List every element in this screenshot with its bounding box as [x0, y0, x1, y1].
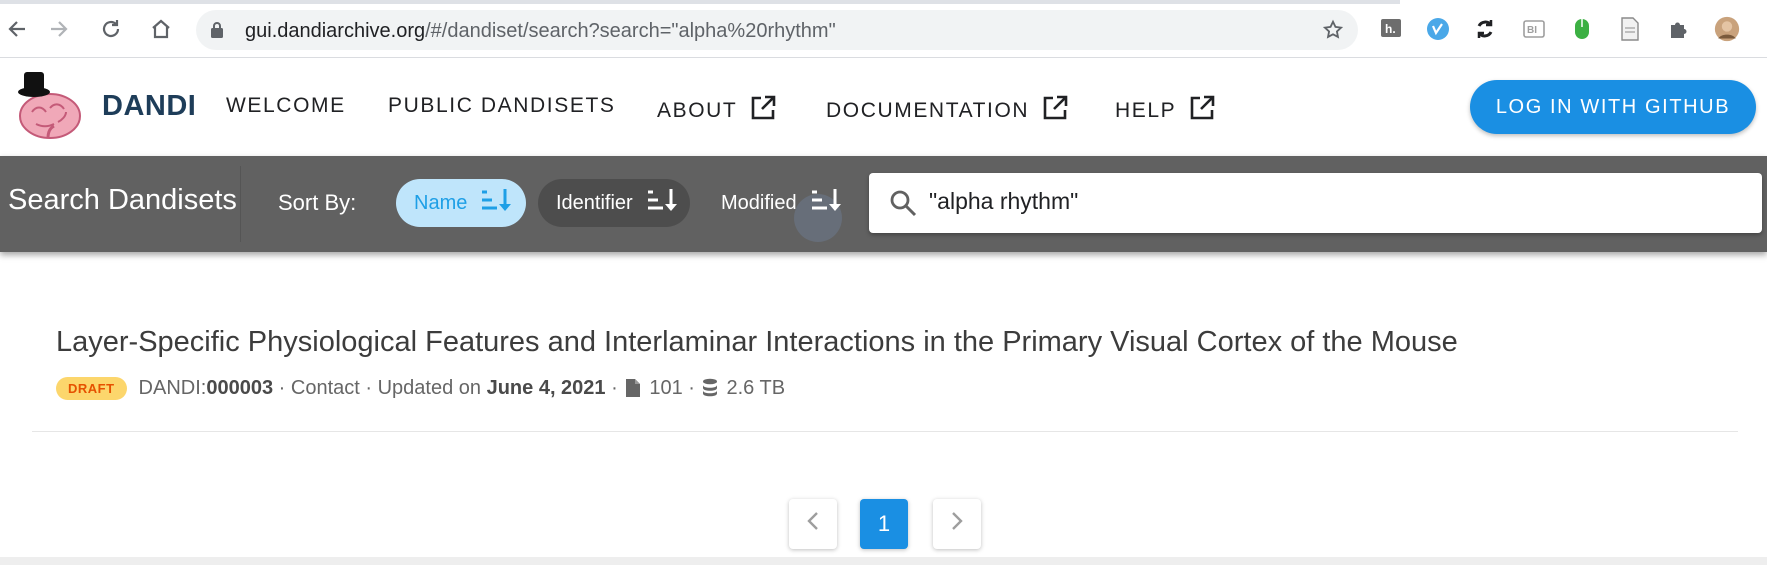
dandiset-id: 000003 [206, 376, 274, 399]
dandi-logo-icon[interactable] [10, 68, 86, 144]
file-count: 101 [649, 376, 683, 399]
meta-separator: · [682, 376, 701, 399]
nav-public-dandisets-label: PUBLIC DANDISETS [388, 94, 616, 117]
external-link-icon [1041, 94, 1069, 128]
address-url: gui.dandiarchive.org/#/dandiset/search?s… [245, 20, 836, 43]
meta-separator: · [605, 376, 624, 399]
dandiset-id-prefix: DANDI: [138, 376, 207, 399]
svg-text:h.: h. [1385, 22, 1396, 36]
result-divider [32, 431, 1738, 432]
chevron-left-icon [806, 511, 820, 537]
lock-icon [210, 21, 224, 44]
url-path: /#/dandiset/search?search="alpha%20rhyth… [425, 20, 836, 42]
bookmark-star-icon[interactable] [1322, 19, 1344, 46]
meta-separator: · [273, 376, 291, 399]
nav-help-label: HELP [1115, 99, 1177, 122]
bibtex-extension-icon[interactable]: BI [1521, 16, 1547, 42]
nav-help[interactable]: HELP [1115, 94, 1216, 128]
search-icon [889, 189, 917, 222]
app-header: DANDI WELCOME PUBLIC DANDISETS ABOUT DOC… [0, 58, 1767, 156]
vimeo-extension-icon[interactable] [1425, 16, 1451, 42]
dandiset-title-link[interactable]: Layer-Specific Physiological Features an… [56, 326, 1458, 359]
database-icon [702, 378, 718, 398]
dandiset-contact: Contact [290, 376, 360, 399]
draft-status-badge: DRAFT [56, 376, 127, 400]
hypothesis-extension-icon[interactable]: h. [1378, 16, 1404, 42]
search-page-title: Search Dandisets [8, 184, 237, 216]
login-with-github-button[interactable]: LOG IN WITH GITHUB [1470, 80, 1756, 134]
sort-descending-icon [647, 187, 677, 219]
sort-modified-label: Modified [721, 191, 797, 214]
page-button-current[interactable]: 1 [860, 499, 908, 549]
file-icon [625, 378, 641, 398]
document-extension-icon[interactable] [1617, 16, 1643, 42]
sync-extension-icon[interactable] [1472, 16, 1498, 42]
dandiset-meta: DRAFT DANDI: 000003 · Contact · Updated o… [56, 374, 785, 402]
sort-by-label: Sort By: [278, 190, 357, 215]
external-link-icon [1188, 94, 1216, 128]
profile-avatar[interactable] [1714, 16, 1740, 42]
puzzle-icon[interactable] [1666, 16, 1692, 42]
mouse-extension-icon[interactable] [1569, 16, 1595, 42]
sort-descending-icon [811, 187, 841, 219]
tab-strip-edge [0, 0, 1400, 4]
external-link-icon [749, 94, 777, 128]
chevron-right-icon [950, 511, 964, 537]
nav-about-label: ABOUT [657, 99, 738, 122]
address-bar[interactable]: gui.dandiarchive.org/#/dandiset/search?s… [196, 10, 1358, 50]
svg-text:BI: BI [1527, 25, 1537, 36]
forward-icon[interactable] [44, 14, 74, 44]
next-page-button[interactable] [933, 499, 981, 549]
browser-chrome: gui.dandiarchive.org/#/dandiset/search?s… [0, 0, 1767, 58]
sort-by-name-chip[interactable]: Name [396, 179, 526, 227]
updated-prefix: Updated on [377, 376, 482, 399]
nav-welcome-label: WELCOME [226, 94, 346, 117]
sort-name-label: Name [414, 191, 468, 214]
dandiset-size: 2.6 TB [726, 376, 786, 399]
nav-about[interactable]: ABOUT [657, 94, 777, 128]
nav-public-dandisets[interactable]: PUBLIC DANDISETS [388, 94, 615, 118]
sort-by-identifier-chip[interactable]: Identifier [538, 179, 690, 227]
url-host: gui.dandiarchive.org [245, 20, 426, 42]
sort-identifier-label: Identifier [556, 191, 633, 214]
updated-date: June 4, 2021 [486, 376, 606, 399]
nav-documentation[interactable]: DOCUMENTATION [826, 94, 1069, 128]
meta-separator: · [359, 376, 378, 399]
nav-welcome[interactable]: WELCOME [226, 94, 346, 118]
sort-descending-icon [481, 187, 512, 219]
back-icon[interactable] [2, 14, 32, 44]
home-icon[interactable] [146, 14, 176, 44]
page-bottom-strip [0, 557, 1767, 565]
brand-title[interactable]: DANDI [102, 90, 196, 123]
search-input[interactable]: "alpha rhythm" [869, 173, 1762, 233]
prev-page-button[interactable] [789, 499, 837, 549]
search-toolbar: Search Dandisets Sort By: Name Identifie… [0, 156, 1767, 252]
toolbar-divider [240, 166, 241, 242]
search-query-value: "alpha rhythm" [929, 188, 1079, 214]
sort-by-modified-chip[interactable]: Modified [704, 179, 854, 227]
reload-icon[interactable] [96, 14, 126, 44]
nav-documentation-label: DOCUMENTATION [826, 99, 1030, 122]
